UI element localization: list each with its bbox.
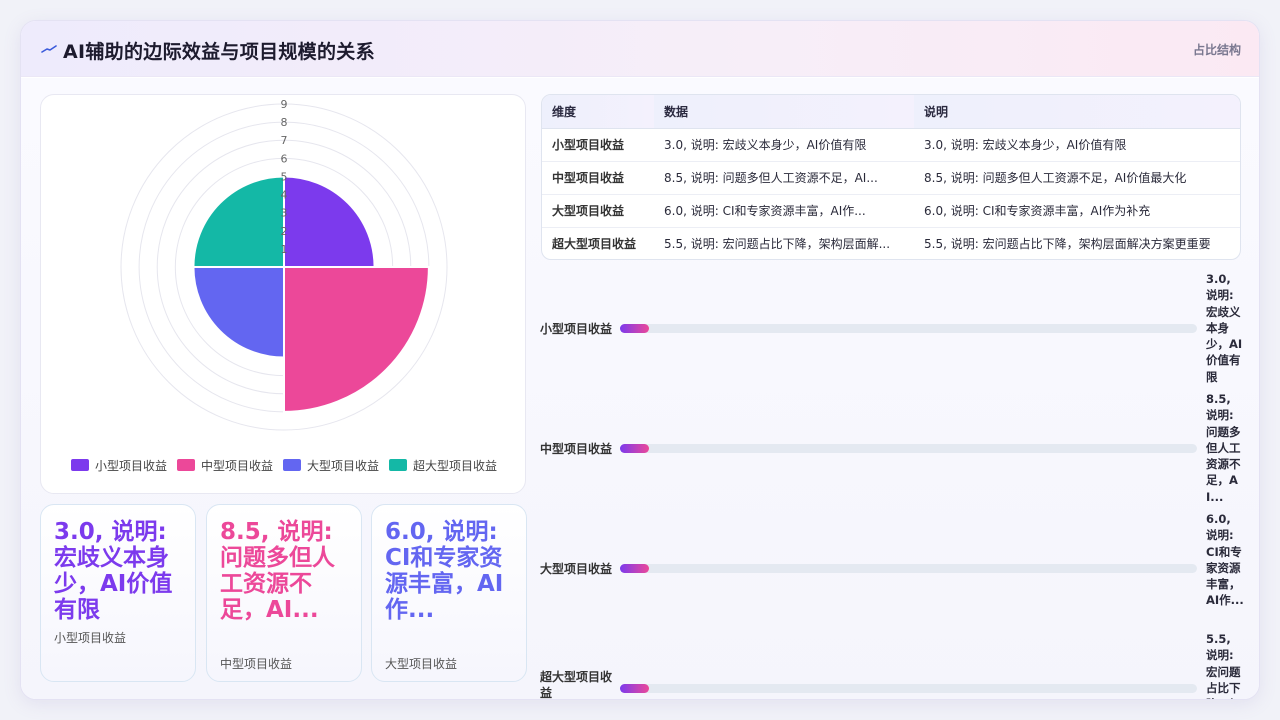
- legend-item-medium[interactable]: 中型项目收益: [176, 455, 273, 475]
- r-tick-label: 7: [281, 134, 288, 147]
- bar-value: 5.5, 说明: 宏问题占比下降，架构层面解...: [1206, 632, 1241, 699]
- view-mode-label[interactable]: 占比结构: [1193, 41, 1241, 58]
- trend-line-icon: [41, 45, 57, 53]
- table-cell: 超大型项目收益: [552, 237, 637, 252]
- table-cell: 6.0, 说明: CI和专家资源丰富，AI作...: [654, 194, 914, 228]
- r-tick-label: 6: [281, 152, 288, 165]
- kpi-label: 小型项目收益: [54, 631, 127, 645]
- bar-label: 超大型项目收益: [540, 670, 613, 700]
- bar-label: 大型项目收益: [540, 562, 613, 576]
- r-tick-label: 2: [281, 225, 288, 238]
- kpi-card-small: 3.0, 说明: 宏歧义本身少，AI价值有限 小型项目收益: [40, 504, 196, 682]
- chart-panel: 1 2 3 4 5 6 7 8 9 小型项目收益 中型项目收益 大型项目收益 超大型项目收益: [40, 94, 526, 494]
- legend-swatch: [176, 459, 195, 471]
- bar-fill: [620, 564, 649, 573]
- kpi-value: 6.0, 说明: CI和专家资源丰富，AI作...: [385, 519, 504, 623]
- kpi-card-medium: 8.5, 说明: 问题多但人工资源不足，AI... 中型项目收益: [206, 504, 362, 682]
- legend-label: 小型项目收益: [94, 458, 167, 473]
- table-cell: 大型项目收益: [542, 194, 654, 228]
- table-row: 中型项目收益 8.5, 说明: 问题多但人工资源不足，AI... 8.5, 说明…: [542, 161, 1240, 195]
- r-tick-label: 5: [281, 170, 288, 183]
- chart-legend: 小型项目收益 中型项目收益 大型项目收益 超大型项目收益: [41, 455, 527, 475]
- table-cell: 5.5, 说明: 宏问题占比下降，架构层面解...: [664, 237, 891, 252]
- table-cell: 8.5, 说明: 问题多但人工资源不足，AI...: [654, 161, 914, 195]
- bar-track: [620, 684, 1197, 693]
- legend-label: 大型项目收益: [307, 458, 380, 473]
- bar-track: [620, 324, 1197, 333]
- table-cell: 5.5, 说明: 宏问题占比下降，架构层面解决方案更重要: [924, 237, 1211, 252]
- bar-track: [620, 444, 1197, 453]
- r-tick-label: 9: [281, 98, 288, 111]
- table-cell: 3.0, 说明: 宏歧义本身少，AI价值有限: [654, 128, 914, 162]
- dashboard-card: AI辅助的边际效益与项目规模的关系 占比结构 1 2 3 4 5 6 7 8 9 小型项目收益 …: [20, 20, 1260, 700]
- polar-area-chart: 1 2 3 4 5 6 7 8 9: [120, 98, 448, 431]
- table-row: 小型项目收益 3.0, 说明: 宏歧义本身少，AI价值有限 3.0, 说明: 宏…: [542, 128, 1240, 162]
- kpi-card-large: 6.0, 说明: CI和专家资源丰富，AI作... 大型项目收益: [371, 504, 527, 682]
- table-cell: 6.0, 说明: CI和专家资源丰富，AI作为补充: [914, 194, 1240, 228]
- table-cell: 中型项目收益: [542, 161, 654, 195]
- bar-value: 3.0, 说明: 宏歧义本身少，AI价值有限: [1206, 272, 1243, 384]
- legend-label: 中型项目收益: [200, 458, 273, 473]
- kpi-value: 8.5, 说明: 问题多但人工资源不足，AI...: [220, 519, 335, 623]
- column-header[interactable]: 数据: [654, 95, 914, 129]
- legend-label: 超大型项目收益: [413, 458, 498, 473]
- r-tick-label: 3: [281, 207, 288, 220]
- bar-label: 小型项目收益: [540, 322, 613, 336]
- bar-fill: [620, 324, 649, 333]
- bar-label: 中型项目收益: [540, 442, 613, 456]
- table-row: 大型项目收益 6.0, 说明: CI和专家资源丰富，AI作... 6.0, 说明…: [542, 194, 1240, 228]
- kpi-label: 中型项目收益: [220, 657, 293, 671]
- legend-swatch: [389, 459, 408, 471]
- table-cell: 3.0, 说明: 宏歧义本身少，AI价值有限: [914, 128, 1240, 162]
- table-cell: 小型项目收益: [542, 128, 654, 162]
- table-cell: 8.5, 说明: 问题多但人工资源不足，AI价值最大化: [914, 161, 1240, 195]
- r-tick-label: 1: [281, 243, 288, 256]
- r-tick-label: 4: [281, 189, 288, 202]
- kpi-label: 大型项目收益: [385, 657, 458, 671]
- legend-item-small[interactable]: 小型项目收益: [70, 455, 167, 475]
- column-header[interactable]: 说明: [914, 95, 1240, 129]
- bar-fill: [620, 684, 649, 693]
- kpi-value: 3.0, 说明: 宏歧义本身少，AI价值有限: [54, 519, 173, 623]
- header-bar: AI辅助的边际效益与项目规模的关系 占比结构: [21, 21, 1259, 77]
- table-row: 超大型项目收益 5.5, 说明: 宏问题占比下降，架构层面解... 5.5, 说…: [542, 227, 1240, 259]
- table-header-row: 维度 数据 说明: [542, 95, 1240, 129]
- legend-item-large[interactable]: 大型项目收益: [283, 455, 379, 475]
- chart-sector: [283, 266, 430, 413]
- data-table: 维度 数据 说明 小型项目收益 3.0, 说明: 宏歧义本身少，AI价值有限 3…: [541, 94, 1241, 260]
- page-title: AI辅助的边际效益与项目规模的关系: [63, 41, 375, 63]
- bar-track: [620, 564, 1197, 573]
- column-header[interactable]: 维度: [542, 95, 654, 129]
- legend-item-xlarge[interactable]: 超大型项目收益: [389, 455, 497, 475]
- main-content: 1 2 3 4 5 6 7 8 9 小型项目收益 中型项目收益 大型项目收益 超大型项目收益 3…: [21, 78, 1259, 700]
- legend-swatch: [70, 459, 89, 471]
- bar-value: 6.0, 说明: CI和专家资源丰富，AI作...: [1206, 512, 1244, 608]
- r-tick-label: 8: [281, 116, 288, 129]
- bar-fill: [620, 444, 649, 453]
- legend-swatch: [283, 459, 301, 471]
- bar-value: 8.5, 说明: 问题多但人工资源不足，AI...: [1206, 392, 1241, 504]
